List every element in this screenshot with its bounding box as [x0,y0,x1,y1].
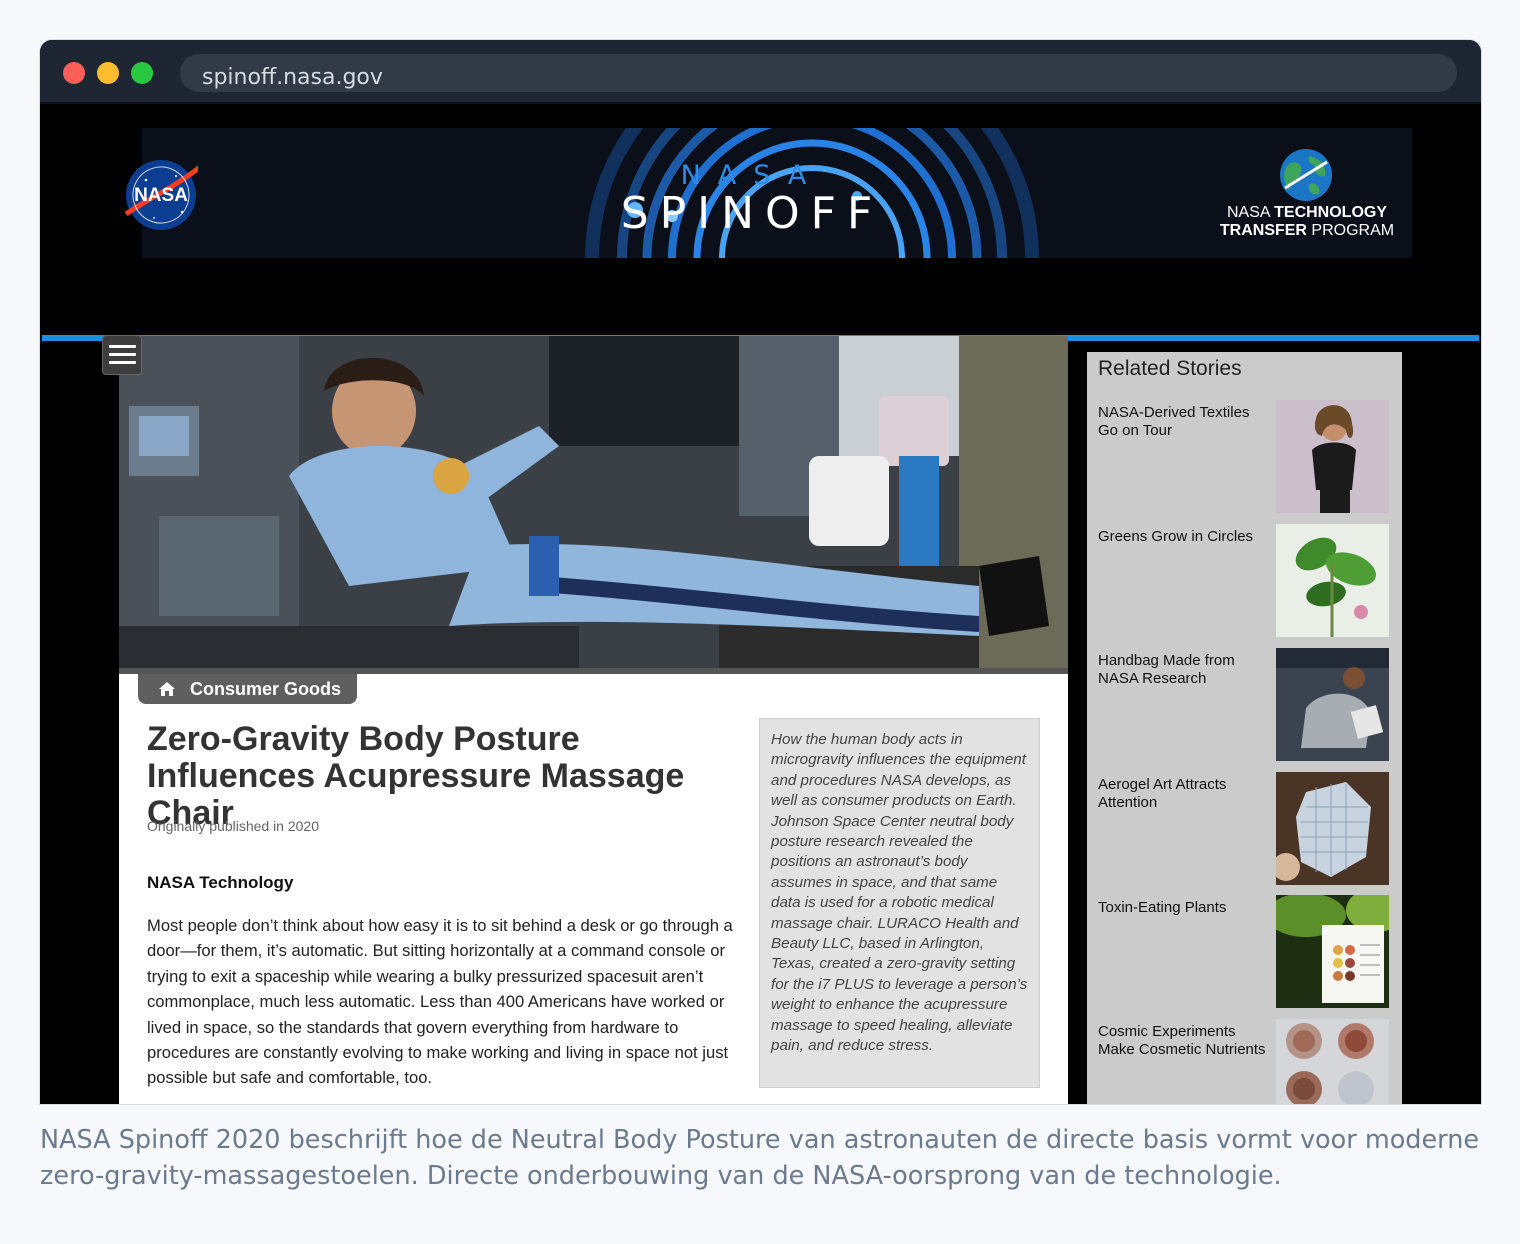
browser-toolbar: spinoff.nasa.gov [40,40,1481,104]
spinoff-logo[interactable]: SPINOFF [582,188,922,239]
story-thumbnail[interactable] [1276,895,1389,1008]
screenshot-caption: NASA Spinoff 2020 beschrijft hoe de Neut… [40,1125,1480,1191]
story-link[interactable]: Greens Grow in Circles [1098,528,1268,546]
story-thumbnail[interactable] [1276,648,1389,761]
svg-text:NASA: NASA [134,185,188,206]
web-page: NASA NASA SPINOFF NASA TECHNOLOGY TRANSF… [42,106,1479,1104]
story-link[interactable]: Toxin-Eating Plants [1098,899,1268,917]
section-heading: NASA Technology [147,873,294,892]
nasa-meatball-logo[interactable]: NASA [124,158,198,232]
technology-transfer-globe-icon [1280,149,1332,201]
home-icon [159,682,175,696]
story-link[interactable]: Aerogel Art Attracts Attention [1098,776,1268,812]
category-label: Consumer Goods [190,679,342,699]
browser-window: spinoff.nasa.gov NASA NASA SPINOFF NASA … [40,40,1481,1104]
story-thumbnail[interactable] [1276,772,1389,885]
related-story-item[interactable]: Aerogel Art Attracts Attention [1087,772,1402,886]
sidebar-heading: Related Stories [1098,357,1242,380]
hamburger-menu-button[interactable] [102,335,142,375]
technology-transfer-program-logo[interactable]: NASA TECHNOLOGY TRANSFER PROGRAM [1202,204,1412,240]
story-link[interactable]: NASA-Derived Textiles Go on Tour [1098,404,1268,440]
close-window-button[interactable] [63,62,85,84]
related-story-item[interactable]: Toxin-Eating Plants [1087,895,1402,1009]
related-stories-sidebar: Related Stories NASA-Derived Textiles Go… [1087,352,1402,1104]
related-story-item[interactable]: NASA-Derived Textiles Go on Tour [1087,400,1402,514]
address-bar[interactable]: spinoff.nasa.gov [180,54,1457,92]
maximize-window-button[interactable] [131,62,153,84]
spinoff-logo-nasa-word: NASA [680,160,824,191]
accent-rule-right [1068,335,1479,341]
article-title: Zero-Gravity Body Posture Influences Acu… [147,720,685,832]
story-link[interactable]: Handbag Made from NASA Research [1098,652,1268,688]
related-story-item[interactable]: Greens Grow in Circles [1087,524,1402,638]
article-body: Most people don’t think about how easy i… [147,916,733,1088]
summary-pullquote: How the human body acts in microgravity … [759,718,1040,1088]
story-link[interactable]: Cosmic Experiments Make Cosmetic Nutrien… [1098,1023,1268,1059]
story-thumbnail[interactable] [1276,400,1389,513]
publication-note: Originally published in 2020 [147,818,319,834]
astronaut-hero-image [119,336,1068,674]
story-thumbnail[interactable] [1276,1019,1389,1104]
minimize-window-button[interactable] [97,62,119,84]
related-story-item[interactable]: Cosmic Experiments Make Cosmetic Nutrien… [1087,1019,1402,1104]
story-thumbnail[interactable] [1276,524,1389,637]
related-story-item[interactable]: Handbag Made from NASA Research [1087,648,1402,762]
category-tab[interactable]: Consumer Goods [138,674,357,704]
